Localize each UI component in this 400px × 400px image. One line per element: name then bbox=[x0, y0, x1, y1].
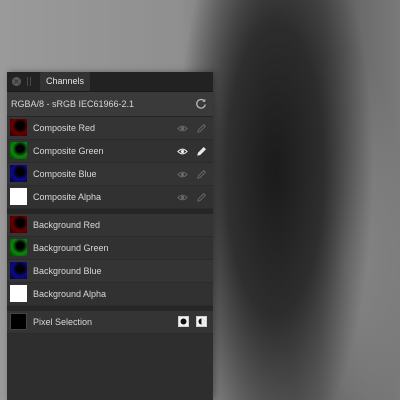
selection-thumbnail bbox=[10, 313, 27, 330]
pixel-selection-row[interactable]: Pixel Selection bbox=[7, 311, 213, 334]
reset-icon[interactable] bbox=[195, 98, 207, 110]
channel-row-composite-blue[interactable]: Composite Blue bbox=[7, 163, 213, 186]
channel-thumbnail bbox=[10, 216, 27, 233]
channel-thumbnail bbox=[10, 285, 27, 302]
channel-row-composite-red[interactable]: Composite Red bbox=[7, 117, 213, 140]
composite-channel-list: Composite Red Composite Green Composite … bbox=[7, 117, 213, 209]
channel-thumbnail bbox=[10, 188, 27, 205]
channel-label: Background Alpha bbox=[33, 289, 107, 299]
channel-actions bbox=[177, 145, 207, 157]
channel-row-composite-alpha[interactable]: Composite Alpha bbox=[7, 186, 213, 209]
channel-label: Background Blue bbox=[33, 266, 102, 276]
channel-row-background-green[interactable]: Background Green bbox=[7, 237, 213, 260]
channel-actions bbox=[177, 191, 207, 203]
channel-label: Composite Blue bbox=[33, 169, 97, 179]
channel-row-background-red[interactable]: Background Red bbox=[7, 214, 213, 237]
channel-row-background-blue[interactable]: Background Blue bbox=[7, 260, 213, 283]
channel-row-background-alpha[interactable]: Background Alpha bbox=[7, 283, 213, 306]
channel-row-composite-green[interactable]: Composite Green bbox=[7, 140, 213, 163]
channel-thumbnail bbox=[10, 262, 27, 279]
eye-icon[interactable] bbox=[177, 169, 188, 180]
pencil-icon[interactable] bbox=[196, 146, 207, 157]
channel-label: Composite Alpha bbox=[33, 192, 102, 202]
pencil-icon[interactable] bbox=[196, 192, 207, 203]
pencil-icon[interactable] bbox=[196, 169, 207, 180]
channel-actions bbox=[177, 122, 207, 134]
channel-label: Composite Green bbox=[33, 146, 104, 156]
color-format-bar: RGBA/8 - sRGB IEC61966-2.1 bbox=[7, 92, 213, 117]
pencil-icon[interactable] bbox=[196, 123, 207, 134]
eye-icon[interactable] bbox=[177, 192, 188, 203]
eye-icon[interactable] bbox=[177, 123, 188, 134]
color-format-label: RGBA/8 - sRGB IEC61966-2.1 bbox=[11, 99, 135, 109]
channels-panel: × Channels RGBA/8 - sRGB IEC61966-2.1 Co… bbox=[7, 72, 213, 400]
channel-label: Composite Red bbox=[33, 123, 96, 133]
channel-actions bbox=[177, 168, 207, 180]
circle-selection-icon[interactable] bbox=[178, 316, 189, 327]
background-channel-list: Background Red Background Green Backgrou… bbox=[7, 214, 213, 306]
channel-label: Background Green bbox=[33, 243, 109, 253]
panel-titlebar: × Channels bbox=[7, 72, 213, 92]
close-icon[interactable]: × bbox=[12, 77, 21, 86]
selection-label: Pixel Selection bbox=[33, 317, 93, 327]
channel-thumbnail bbox=[10, 239, 27, 256]
channel-label: Background Red bbox=[33, 220, 101, 230]
selection-actions bbox=[178, 316, 207, 327]
eye-icon[interactable] bbox=[177, 146, 188, 157]
drag-grip-icon[interactable] bbox=[27, 77, 31, 86]
tab-channels[interactable]: Channels bbox=[40, 72, 91, 91]
channel-thumbnail bbox=[10, 142, 27, 159]
channel-thumbnail bbox=[10, 165, 27, 182]
mask-selection-icon[interactable] bbox=[196, 316, 207, 327]
channel-thumbnail bbox=[10, 119, 27, 136]
